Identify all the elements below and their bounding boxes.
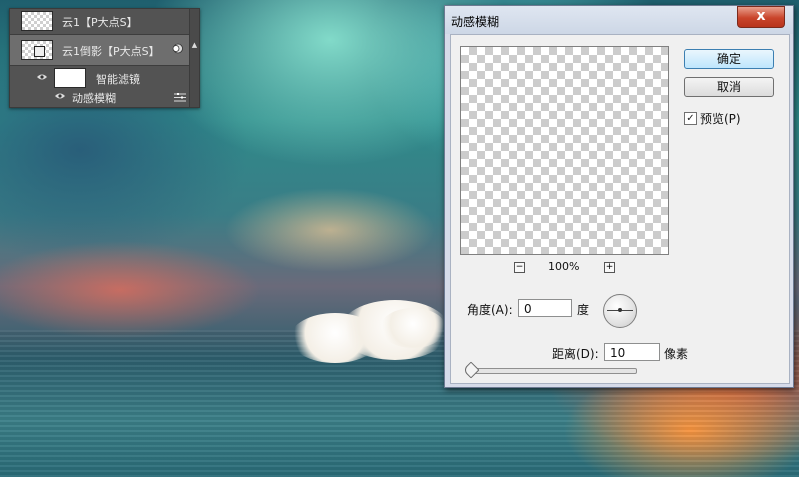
smart-object-icon (34, 46, 45, 57)
distance-input[interactable]: 10 (604, 343, 660, 361)
layer-row[interactable]: 云1【P大点S】 (10, 9, 190, 33)
ok-button[interactable]: 确定 (684, 49, 774, 69)
layer-row[interactable]: 云1倒影【P大点S】 (10, 34, 190, 65)
preview-area[interactable] (460, 46, 669, 255)
distance-unit: 像素 (664, 347, 689, 361)
preview-label: 预览(P) (700, 112, 741, 126)
close-button[interactable]: x (737, 6, 785, 28)
filter-options-icon[interactable] (174, 92, 186, 102)
smart-object-icon (172, 43, 183, 54)
layer-row[interactable]: 动感模糊 (10, 87, 190, 107)
layer-name: 云1【P大点S】 (62, 16, 138, 29)
angle-input[interactable]: 0 (518, 299, 572, 317)
preview-checkbox[interactable]: ✓ (684, 112, 697, 125)
angle-unit: 度 (577, 303, 590, 317)
zoom-in-button[interactable]: + (604, 262, 615, 273)
layers-panel: 云1【P大点S】 云1倒影【P大点S】 智能滤镜 动感模糊 ▲ (9, 8, 200, 108)
dialog-title: 动感模糊 (451, 15, 500, 29)
layer-name: 云1倒影【P大点S】 (62, 45, 160, 58)
layers-scrollbar[interactable]: ▲ (189, 9, 199, 107)
filter-mask-thumbnail (54, 68, 86, 88)
layer-thumbnail (21, 11, 53, 31)
cloud-image (380, 308, 446, 348)
layer-name: 动感模糊 (72, 92, 116, 105)
dialog-titlebar[interactable]: 动感模糊 x (445, 6, 793, 34)
zoom-out-button[interactable]: − (514, 262, 525, 273)
zoom-level: 100% (548, 260, 580, 273)
layer-name: 智能滤镜 (96, 73, 140, 86)
motion-blur-dialog: 动感模糊 x − 100% + 确定 取消 ✓ 预览(P) 角度(A): 0 度… (444, 5, 794, 388)
eye-icon[interactable] (35, 72, 49, 82)
dialog-body: − 100% + 确定 取消 ✓ 预览(P) 角度(A): 0 度 距离(D):… (450, 34, 790, 384)
angle-dial[interactable] (603, 294, 637, 328)
dial-center (618, 308, 622, 312)
distance-slider[interactable] (467, 368, 637, 374)
eye-icon[interactable] (53, 91, 67, 101)
distance-label: 距离(D): (552, 347, 599, 361)
distance-slider-thumb[interactable] (462, 361, 480, 379)
angle-label: 角度(A): (467, 303, 513, 317)
scroll-up-arrow-icon[interactable]: ▲ (191, 41, 198, 49)
cancel-button[interactable]: 取消 (684, 77, 774, 97)
